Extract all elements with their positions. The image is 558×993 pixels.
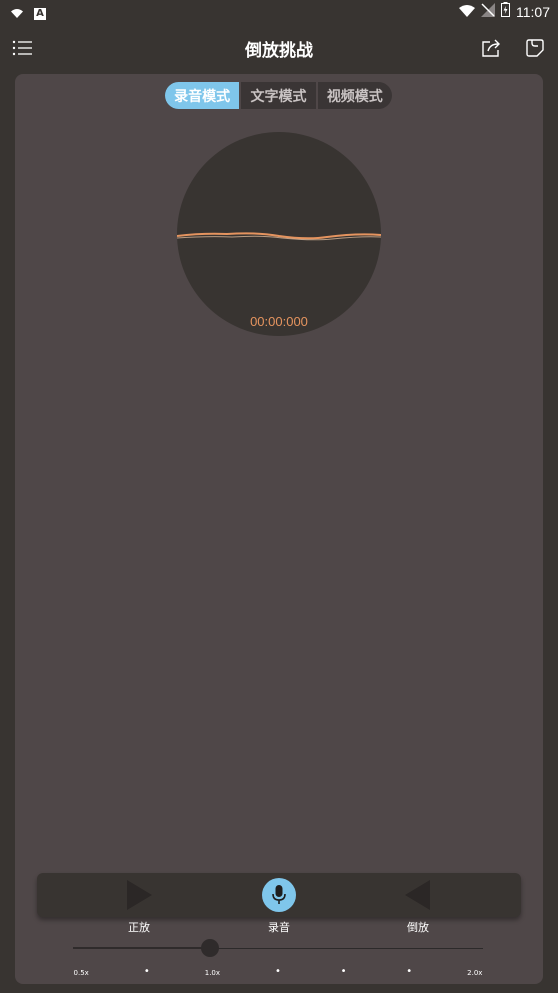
slider-fill — [73, 947, 210, 949]
main-panel: 录音模式 文字模式 视频模式 00:00:000 正放 录音 倒放 0.5x •… — [15, 74, 543, 984]
record-button[interactable]: 录音 — [249, 873, 309, 943]
play-reverse-label: 倒放 — [407, 921, 429, 934]
tick-label: 0.5x — [73, 969, 89, 977]
wifi-signal-icon — [459, 2, 475, 21]
tick-label: 2.0x — [467, 969, 483, 977]
play-forward-label: 正放 — [128, 921, 150, 934]
no-signal-icon — [481, 2, 495, 21]
a-badge-icon: A — [34, 7, 46, 20]
tick-dot: • — [275, 966, 281, 977]
tick-label: 1.0x — [204, 969, 221, 977]
status-bar: A 11:07 — [0, 0, 558, 24]
page-title: 倒放挑战 — [245, 41, 313, 61]
wifi-icon — [10, 4, 24, 23]
tick-dot: • — [340, 966, 347, 977]
speed-ticks: 0.5x • 1.0x • • • 2.0x — [73, 966, 483, 981]
play-reverse-button[interactable]: 倒放 — [388, 873, 448, 943]
record-timer: 00:00:000 — [250, 314, 308, 329]
tick-dot: • — [406, 966, 413, 977]
battery-icon — [501, 2, 510, 21]
play-icon — [119, 877, 159, 913]
clock: 11:07 — [516, 3, 550, 20]
playback-controls: 正放 录音 倒放 — [37, 873, 521, 934]
share-icon[interactable] — [479, 36, 503, 60]
tick-dot: • — [143, 966, 150, 977]
mode-tabs: 录音模式 文字模式 视频模式 — [165, 82, 392, 109]
record-label: 录音 — [268, 921, 290, 934]
app-bar: 倒放挑战 — [0, 24, 558, 72]
speed-slider[interactable] — [73, 939, 483, 957]
waveform-display: 00:00:000 — [177, 132, 381, 336]
play-forward-button[interactable]: 正放 — [109, 873, 169, 943]
tab-record-mode[interactable]: 录音模式 — [165, 82, 240, 109]
note-icon[interactable] — [523, 36, 547, 60]
waveform — [177, 232, 381, 241]
microphone-icon — [262, 878, 296, 912]
tab-video-mode[interactable]: 视频模式 — [315, 82, 392, 109]
slider-thumb[interactable] — [200, 939, 219, 957]
tab-text-mode[interactable]: 文字模式 — [239, 82, 315, 109]
reverse-play-icon — [398, 877, 438, 913]
